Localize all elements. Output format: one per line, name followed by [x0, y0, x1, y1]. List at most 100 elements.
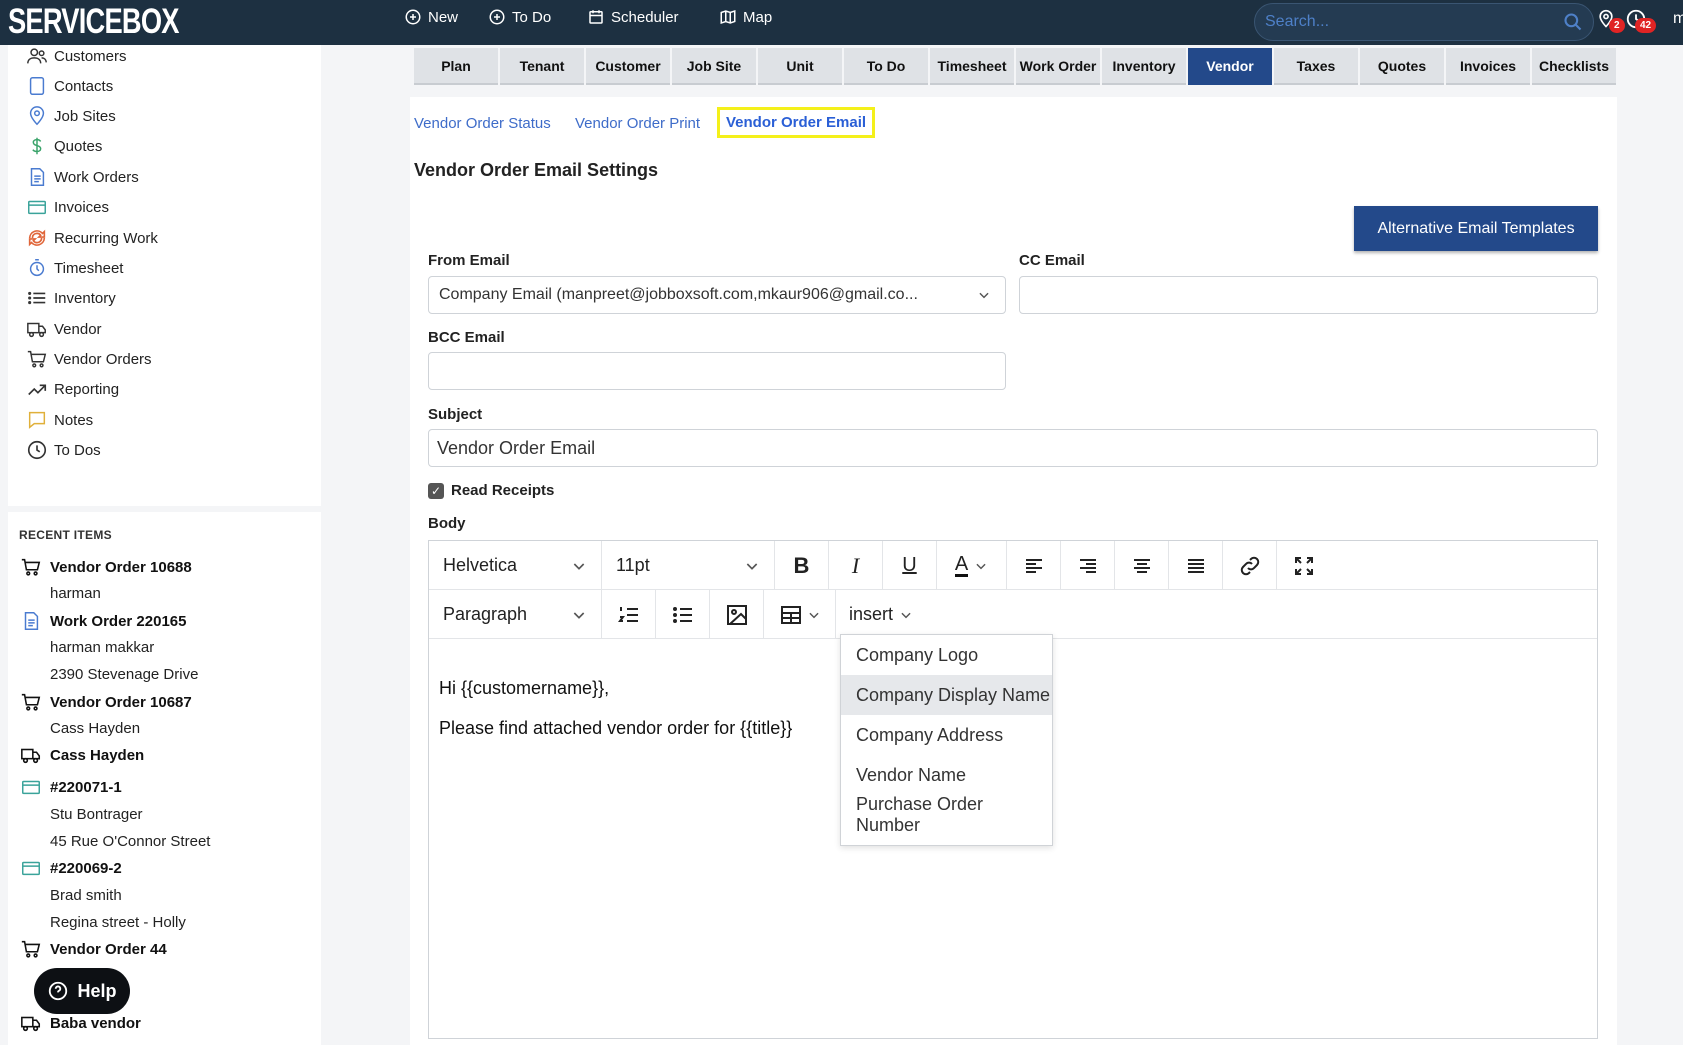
link-button[interactable]	[1223, 541, 1277, 590]
tab-invoices[interactable]: Invoices	[1446, 48, 1530, 85]
sidebar-item-vendor-orders[interactable]: Vendor Orders	[26, 348, 152, 370]
justify-button[interactable]	[1169, 541, 1223, 590]
scheduler-label: Scheduler	[611, 8, 679, 26]
sidebar-item-contacts[interactable]: Contacts	[26, 75, 113, 97]
sidebar-item-notes[interactable]: Notes	[26, 409, 93, 431]
block-format-select[interactable]: Paragraph	[429, 590, 602, 639]
tab-plan[interactable]: Plan	[414, 48, 498, 85]
truck-icon	[21, 748, 41, 764]
vendor-order-email-link[interactable]: Vendor Order Email	[716, 107, 876, 138]
tab-taxes[interactable]: Taxes	[1274, 48, 1358, 85]
plus-circle-icon	[489, 9, 505, 25]
from-email-label: From Email	[428, 252, 510, 269]
question-circle-icon	[49, 981, 68, 1001]
menu-item-company-display-name[interactable]: Company Display Name	[841, 675, 1052, 715]
cc-email-field[interactable]	[1019, 276, 1598, 314]
help-label: Help	[77, 980, 117, 1001]
tab-tenant[interactable]: Tenant	[500, 48, 584, 85]
recent-item[interactable]: Vendor Order 44	[20, 938, 167, 960]
italic-button[interactable]: I	[829, 541, 883, 590]
alternative-email-templates-button[interactable]: Alternative Email Templates	[1354, 206, 1598, 251]
location-notification[interactable]: 2	[1596, 8, 1625, 34]
search-icon[interactable]	[1563, 12, 1583, 32]
menu-item-company-logo[interactable]: Company Logo	[841, 635, 1052, 675]
align-left-button[interactable]	[1007, 541, 1061, 590]
tab-unit[interactable]: Unit	[758, 48, 842, 85]
ordered-list-button[interactable]	[602, 590, 656, 639]
sidebar-item-work-orders[interactable]: Work Orders	[26, 166, 139, 188]
tab-timesheet[interactable]: Timesheet	[930, 48, 1014, 85]
underline-button[interactable]: U	[883, 541, 937, 590]
bcc-email-field[interactable]	[428, 352, 1006, 390]
recent-item[interactable]: Work Order 220165	[20, 610, 186, 632]
tab-customer[interactable]: Customer	[586, 48, 670, 85]
fullscreen-button[interactable]	[1277, 541, 1331, 590]
chevron-down-icon	[976, 563, 986, 569]
sidebar-item-timesheet[interactable]: Timesheet	[26, 257, 123, 279]
align-center-button[interactable]	[1115, 541, 1169, 590]
bullet-list-button[interactable]	[656, 590, 710, 639]
recent-item[interactable]: Vendor Order 10687	[20, 691, 192, 713]
insert-image-button[interactable]	[710, 590, 764, 639]
text-color-button[interactable]: A	[937, 541, 1007, 590]
search-box[interactable]	[1254, 3, 1594, 41]
sidebar-item-inventory[interactable]: Inventory	[26, 287, 116, 309]
sidebar-item-reporting[interactable]: Reporting	[26, 378, 119, 400]
font-family-select[interactable]: Helvetica	[429, 541, 602, 590]
sidebar-item-customers[interactable]: Customers	[26, 45, 127, 67]
vendor-order-status-link[interactable]: Vendor Order Status	[414, 115, 551, 132]
menu-item-company-address[interactable]: Company Address	[841, 715, 1052, 755]
new-button[interactable]: New	[404, 8, 458, 26]
insert-menu-button[interactable]: insert	[836, 590, 926, 639]
todo-button[interactable]: To Do	[488, 8, 551, 26]
tab-quotes[interactable]: Quotes	[1360, 48, 1444, 85]
sidebar-item-recurring-work[interactable]: Recurring Work	[26, 227, 158, 249]
scheduler-button[interactable]: Scheduler	[587, 8, 679, 26]
recent-item-title: Baba vendor	[50, 1014, 141, 1032]
recent-item[interactable]: #220071-1	[20, 776, 122, 798]
recent-item[interactable]: Vendor Order 10688	[20, 556, 192, 578]
menu-item-purchase-order-number[interactable]: Purchase Order Number	[841, 794, 1052, 835]
vendor-order-print-link[interactable]: Vendor Order Print	[575, 115, 700, 132]
recent-item[interactable]: Cass Hayden	[20, 744, 144, 766]
tab-inventory[interactable]: Inventory	[1102, 48, 1186, 85]
recent-item[interactable]: Baba vendor	[20, 1012, 141, 1034]
sidebar-item-to-dos[interactable]: To Dos	[26, 439, 101, 461]
subject-field[interactable]: Vendor Order Email	[428, 429, 1598, 467]
sidebar-item-quotes[interactable]: Quotes	[26, 135, 102, 157]
search-input[interactable]	[1265, 13, 1545, 31]
align-right-button[interactable]	[1061, 541, 1115, 590]
calendar-icon	[589, 10, 603, 24]
tab-work-order[interactable]: Work Order	[1016, 48, 1100, 85]
sidebar-item-invoices[interactable]: Invoices	[26, 196, 109, 218]
sidebar-item-vendor[interactable]: Vendor	[26, 318, 102, 340]
sidebar-item-job-sites[interactable]: Job Sites	[26, 105, 116, 127]
tab-vendor[interactable]: Vendor	[1188, 48, 1272, 85]
help-button[interactable]: Help	[34, 968, 130, 1014]
menu-item-vendor-name[interactable]: Vendor Name	[841, 755, 1052, 795]
servicebox-logo[interactable]: SERVICEBOX	[8, 2, 180, 42]
read-receipts-checkbox[interactable]: ✓	[428, 483, 444, 499]
recent-item[interactable]: #220069-2	[20, 857, 122, 879]
tab-checklists[interactable]: Checklists	[1532, 48, 1616, 85]
recent-item-title: Work Order 220165	[50, 612, 187, 630]
insert-table-button[interactable]	[764, 590, 836, 639]
map-button[interactable]: Map	[719, 8, 772, 26]
chevron-down-icon	[808, 612, 819, 618]
user-initial[interactable]: m	[1673, 10, 1683, 28]
recent-item-title: #220071-1	[50, 778, 122, 796]
document-icon	[24, 612, 39, 630]
location-count-badge: 2	[1609, 18, 1625, 33]
font-size-select[interactable]: 11pt	[602, 541, 775, 590]
from-email-select[interactable]: Company Email (manpreet@jobboxsoft.com,m…	[428, 276, 1006, 314]
tab-job-site[interactable]: Job Site	[672, 48, 756, 85]
bold-button[interactable]: B	[775, 541, 829, 590]
bcc-email-label: BCC Email	[428, 329, 505, 346]
sidebar-item-label: Timesheet	[54, 259, 124, 277]
page-title: Vendor Order Email Settings	[414, 160, 659, 180]
recent-item-sub: harman	[50, 585, 101, 602]
recent-item-sub: 2390 Stevenage Drive	[50, 666, 199, 683]
clock-notification[interactable]: 42	[1625, 8, 1657, 34]
stopwatch-icon	[29, 259, 45, 277]
tab-to-do[interactable]: To Do	[844, 48, 928, 85]
